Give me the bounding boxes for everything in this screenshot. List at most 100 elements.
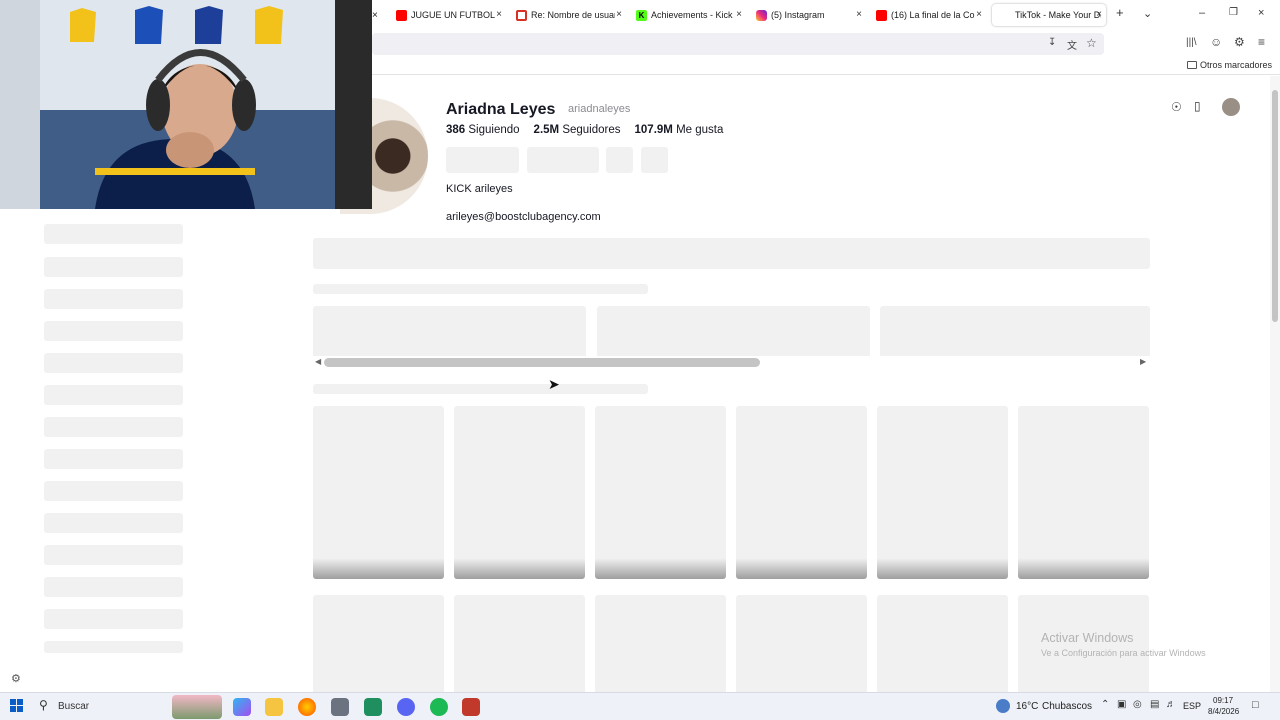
tabs-skeleton [313,238,1150,269]
tray-app-icon[interactable]: ▣ [1117,699,1126,710]
clock-time[interactable]: 09:17 [1213,696,1233,705]
windows-start-icon[interactable] [10,699,23,712]
sidebar-skeleton [44,449,183,469]
minimize-icon[interactable]: – [1199,7,1205,19]
tab-instagram[interactable]: (5) Instagram × [756,4,862,26]
file-explorer-icon[interactable] [265,698,283,716]
microphone-icon[interactable]: ◎ [1133,699,1142,710]
tiktok-icon [1000,9,1011,21]
settings-gear-icon[interactable]: ⚙ [11,672,21,685]
new-tab-icon[interactable]: + [1116,5,1124,20]
video-card-skeleton [454,595,585,692]
scroll-right-icon[interactable]: ▶ [1140,357,1146,366]
tab-label: (5) Instagram [771,10,825,20]
phone-icon[interactable]: ▯ [1194,99,1201,113]
follow-button-skeleton [446,147,519,173]
playlist-card-skeleton [880,306,1150,358]
app-icon[interactable] [364,698,382,716]
instagram-icon [756,9,767,21]
network-icon[interactable]: ▤ [1150,699,1159,710]
tab-list-chevron-icon[interactable]: ⌄ [1143,7,1152,20]
weather-temperature[interactable]: 16°C [1016,701,1038,712]
address-bar[interactable]: ↧ 文 ☆ [372,33,1104,55]
search-highlight-image[interactable] [172,695,222,719]
sidebar-skeleton [44,577,183,597]
copilot-icon[interactable] [233,698,251,716]
profile-bio: KICK arileyes [446,183,513,195]
sidebar-skeleton [44,224,183,244]
sidebar-skeleton [44,513,183,533]
tab-youtube-1[interactable]: JUGUE UN FUTBOL MI × [396,4,502,26]
volume-icon[interactable]: ♬ [1166,699,1176,710]
section-title-skeleton [313,284,648,294]
close-icon[interactable]: × [616,9,622,20]
chevron-up-icon[interactable]: ⌃ [1101,699,1109,710]
profile-email-link[interactable]: arileyes@boostclubagency.com [446,211,601,223]
install-app-icon[interactable]: ↧ [1048,37,1056,48]
scrollbar-thumb[interactable] [324,358,760,367]
action-button-skeleton [606,147,633,173]
notifications-icon[interactable]: □ [1252,699,1259,711]
stat-label: Me gusta [676,124,724,136]
scroll-left-icon[interactable]: ◀ [315,357,321,366]
section-title-skeleton [313,384,648,394]
tab-tiktok-active[interactable]: TikTok - Make Your Day × [992,4,1106,26]
sidebar-skeleton [44,321,183,341]
stat-value: 107.9M [634,124,673,136]
video-card-skeleton [454,406,585,579]
stat-likes: 107.9M Me gusta [635,124,724,136]
tab-kick[interactable]: K Achievements - Kick Dr × [636,4,742,26]
firefox-icon[interactable] [298,698,316,716]
tab-label: (16) La final de la Copa [891,10,975,20]
voicemeeter-icon[interactable] [462,698,480,716]
extensions-icon[interactable]: ⚙ [1234,35,1245,49]
sidebar-skeleton [44,417,183,437]
stat-following[interactable]: 386 Siguiendo [446,124,520,136]
weather-description[interactable]: Chubascos [1042,701,1092,712]
close-icon[interactable]: × [976,9,982,20]
compass-icon[interactable]: ☉ [1171,100,1182,114]
profile-username: ariadnaleyes [568,103,631,115]
language-indicator[interactable]: ESP [1183,701,1201,711]
close-icon[interactable]: × [496,9,502,20]
vertical-scrollbar[interactable] [1270,76,1280,692]
gmail-icon [516,9,527,21]
clock-date[interactable]: 8/4/2026 [1208,707,1239,716]
restore-icon[interactable]: ❐ [1229,7,1238,18]
video-card-skeleton [736,595,867,692]
weather-icon[interactable] [996,699,1010,713]
discord-icon[interactable] [397,698,415,716]
bookmark-star-icon[interactable]: ☆ [1086,36,1097,50]
action-button-skeleton [641,147,668,173]
stat-followers[interactable]: 2.5M Seguidores [534,124,621,136]
account-icon[interactable]: ☺ [1210,35,1222,49]
video-card-skeleton [595,595,726,692]
close-icon[interactable]: × [1096,9,1102,20]
stat-label: Seguidores [562,124,621,136]
tab-close-partial[interactable]: × [372,4,382,26]
close-icon[interactable]: × [856,9,862,20]
webcam-overlay [0,0,372,209]
spotify-icon[interactable] [430,698,448,716]
sidebar-skeleton [44,609,183,629]
activation-watermark-title: Activar Windows [1041,631,1134,645]
menu-icon[interactable]: ≡ [1258,35,1265,49]
sidebar-skeleton [44,289,183,309]
other-bookmarks-label: Otros marcadores [1199,60,1272,70]
tab-label: Achievements - Kick Dr [651,10,735,20]
tab-label: Re: Nombre de usuario [531,10,615,20]
sidebar-skeleton [44,257,183,277]
taskbar-search-label[interactable]: Buscar [58,701,89,712]
close-icon[interactable]: × [736,9,742,20]
translate-icon[interactable]: 文 [1067,37,1077,52]
scrollbar-thumb[interactable] [1272,90,1278,322]
horizontal-scrollbar[interactable]: ◀ ▶ [313,356,1150,369]
search-icon[interactable]: ⚲ [39,698,48,712]
tab-youtube-2[interactable]: (16) La final de la Copa × [876,4,982,26]
library-icon[interactable]: |||\ [1186,37,1197,48]
window-close-icon[interactable]: × [1258,7,1264,19]
user-avatar[interactable] [1222,98,1240,116]
app-icon[interactable] [331,698,349,716]
other-bookmarks-button[interactable]: Otros marcadores [1186,60,1272,70]
tab-gmail[interactable]: Re: Nombre de usuario × [516,4,622,26]
